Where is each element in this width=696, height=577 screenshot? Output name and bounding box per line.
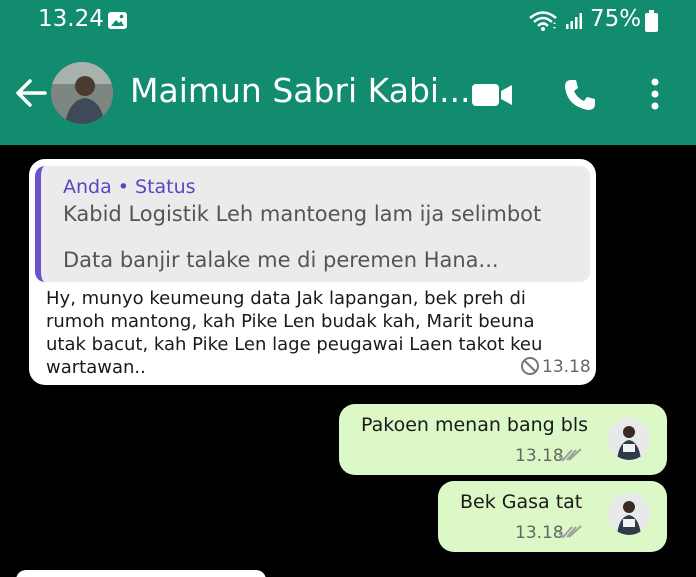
message-text: Bek Gasa tat <box>460 491 583 513</box>
blocked-icon <box>521 357 539 375</box>
gallery-icon <box>108 12 127 29</box>
battery-percentage: 75% <box>590 6 642 32</box>
outgoing-message[interactable]: Pakoen menan bang bls 13.18 <box>339 404 667 475</box>
quote-text-line1: Kabid Logistik Leh mantoeng lam ija seli… <box>63 202 542 226</box>
quote-text-line2: Data banjir talake me di peremen Hana... <box>63 248 499 272</box>
status-bar: 13.24 75% <box>0 0 696 44</box>
chat-header: 13.24 75% Maimun Sabri Kabi... <box>0 0 696 145</box>
quote-author: Anda • Status <box>63 176 196 198</box>
next-incoming-message[interactable] <box>16 570 266 577</box>
battery-icon <box>645 10 658 32</box>
wifi-icon <box>529 11 557 31</box>
sender-avatar <box>608 418 650 460</box>
voice-call-icon[interactable] <box>563 78 597 112</box>
incoming-message[interactable]: Anda • Status Kabid Logistik Leh mantoen… <box>29 159 596 385</box>
outgoing-message[interactable]: Bek Gasa tat 13.18 <box>438 481 667 552</box>
message-time: 13.18 <box>542 357 591 377</box>
sender-avatar <box>608 493 650 535</box>
status-time: 13.24 <box>38 6 104 32</box>
contact-avatar[interactable] <box>51 62 113 124</box>
back-arrow-icon[interactable] <box>14 76 48 110</box>
quoted-status-reply[interactable]: Anda • Status Kabid Logistik Leh mantoen… <box>35 166 590 282</box>
contact-name[interactable]: Maimun Sabri Kabi... <box>130 71 471 110</box>
message-text: Pakoen menan bang bls <box>361 414 589 436</box>
signal-icon <box>566 13 582 29</box>
video-call-icon[interactable] <box>471 82 513 108</box>
more-options-icon[interactable] <box>645 76 665 112</box>
read-ticks-icon <box>558 448 582 462</box>
read-ticks-icon <box>558 525 582 539</box>
message-text: Hy, munyo keumeung data Jak lapangan, be… <box>46 288 543 378</box>
